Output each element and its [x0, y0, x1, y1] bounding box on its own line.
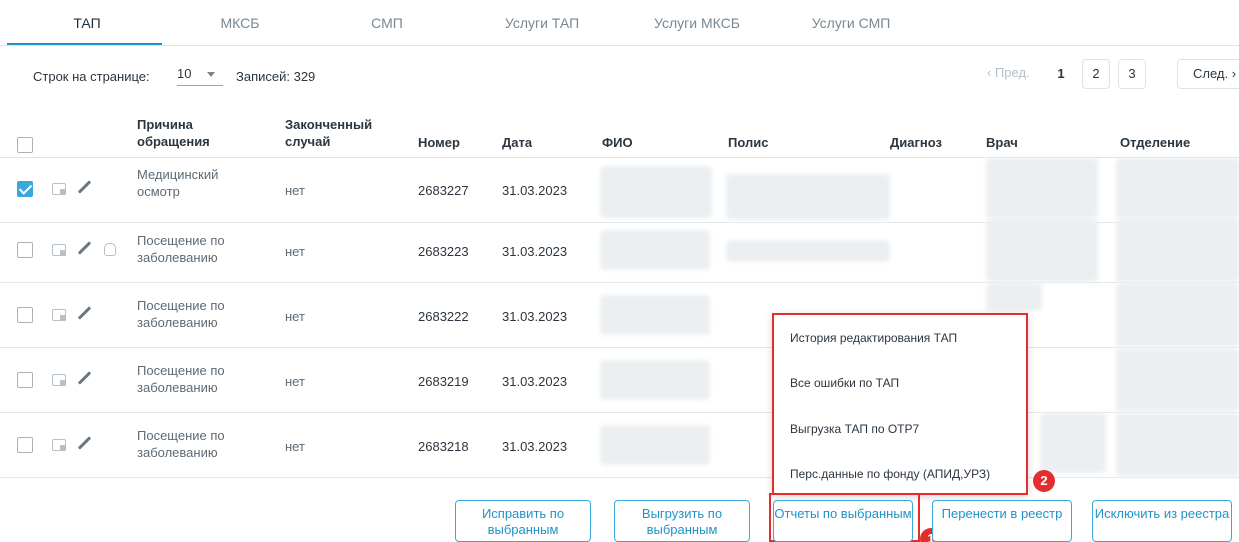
blurred-doctor: [986, 218, 1098, 282]
menu-item-tap-all-errors[interactable]: Все ошибки по ТАП: [790, 376, 899, 390]
cell-date: 31.03.2023: [502, 374, 568, 389]
blurred-fio: [600, 230, 710, 270]
table-header: Причина обращения Законченный случай Ном…: [0, 106, 1239, 158]
row-checkbox[interactable]: [17, 372, 33, 388]
table-row[interactable]: Посещение по заболеванию нет 2683218 31.…: [0, 413, 1239, 478]
card-icon[interactable]: [52, 374, 66, 386]
pager-page-3[interactable]: 3: [1118, 59, 1146, 89]
blurred-department: [1116, 413, 1239, 477]
cell-reason: Посещение по заболеванию: [137, 298, 225, 330]
header-diagnosis[interactable]: Диагноз: [890, 134, 942, 151]
active-tab-indicator: [7, 43, 162, 45]
header-fio[interactable]: ФИО: [602, 134, 633, 151]
cell-finished: нет: [285, 374, 305, 389]
annotation-badge-2: 2: [1033, 470, 1055, 492]
header-department[interactable]: Отделение: [1120, 134, 1190, 151]
pager-page-2[interactable]: 2: [1082, 59, 1110, 89]
blurred-department: [1116, 283, 1239, 347]
pencil-icon[interactable]: [77, 436, 92, 450]
cell-finished: нет: [285, 244, 305, 259]
pager-page-1[interactable]: 1: [1047, 59, 1075, 89]
cell-reason: Посещение по заболеванию: [137, 428, 225, 460]
move-to-registry-button[interactable]: Перенести в реестр: [932, 500, 1072, 542]
header-reason[interactable]: Причина обращения: [137, 116, 237, 150]
card-icon[interactable]: [52, 439, 66, 451]
blurred-department: [1116, 218, 1239, 282]
cell-date: 31.03.2023: [502, 309, 568, 324]
cell-number: 2683223: [418, 244, 469, 259]
tab-mksb[interactable]: МКСБ: [218, 15, 262, 31]
blurred-department: [1116, 348, 1239, 412]
row-checkbox[interactable]: [17, 242, 33, 258]
menu-item-personal-data-fund[interactable]: Перс.данные по фонду (АПИД,УРЗ): [790, 467, 990, 481]
card-icon[interactable]: [52, 183, 66, 195]
chevron-down-icon: [207, 72, 215, 77]
blurred-fio: [600, 166, 712, 218]
export-selected-button[interactable]: Выгрузить по выбранным: [614, 500, 750, 542]
blurred-fio: [600, 295, 710, 335]
blurred-policy: [726, 174, 890, 220]
header-doctor[interactable]: Врач: [986, 134, 1018, 151]
cell-number: 2683227: [418, 183, 469, 198]
blurred-department: [1116, 158, 1239, 218]
tab-uslugi-tap[interactable]: Услуги ТАП: [496, 15, 588, 31]
cell-date: 31.03.2023: [502, 183, 568, 198]
rows-per-page-value: 10: [177, 66, 192, 81]
blurred-fio: [600, 425, 710, 465]
cell-reason: Медицинский осмотр: [137, 167, 219, 199]
card-icon[interactable]: [52, 309, 66, 321]
pager-next-button[interactable]: След. ›: [1177, 59, 1239, 89]
tab-smp[interactable]: СМП: [371, 15, 403, 31]
cell-date: 31.03.2023: [502, 244, 568, 259]
row-checkbox[interactable]: [17, 437, 33, 453]
cell-finished: нет: [285, 309, 305, 324]
cell-number: 2683222: [418, 309, 469, 324]
tab-bar: ТАП МКСБ СМП Услуги ТАП Услуги МКСБ Услу…: [0, 0, 1239, 46]
header-date[interactable]: Дата: [502, 134, 532, 151]
rows-per-page-select[interactable]: 10: [177, 64, 223, 86]
reports-selected-button[interactable]: Отчеты по выбранным: [773, 500, 913, 542]
card-icon[interactable]: [52, 244, 66, 256]
blurred-fio: [600, 360, 710, 400]
records-count: Записей: 329: [236, 69, 316, 84]
tab-tap[interactable]: ТАП: [70, 15, 104, 31]
pencil-icon[interactable]: [77, 371, 92, 385]
tooth-icon[interactable]: [104, 243, 116, 256]
header-number[interactable]: Номер: [418, 134, 460, 151]
pager-prev-button[interactable]: ‹ Пред.: [987, 65, 1030, 80]
table-row[interactable]: Посещение по заболеванию нет 2683222 31.…: [0, 283, 1239, 348]
pencil-icon[interactable]: [77, 180, 92, 194]
header-policy[interactable]: Полис: [728, 134, 768, 151]
select-all-checkbox[interactable]: [17, 137, 33, 153]
pencil-icon[interactable]: [77, 306, 92, 320]
cell-reason: Посещение по заболеванию: [137, 363, 225, 395]
table-toolbar: Строк на странице: 10 Записей: 329 ‹ Пре…: [0, 46, 1239, 106]
menu-item-tap-edit-history[interactable]: История редактирования ТАП: [790, 331, 957, 345]
cell-date: 31.03.2023: [502, 439, 568, 454]
table-row[interactable]: Медицинский осмотр нет 2683227 31.03.202…: [0, 158, 1239, 223]
blurred-doctor: [1040, 413, 1106, 473]
rows-per-page-label: Строк на странице:: [33, 69, 150, 84]
pencil-icon[interactable]: [77, 241, 92, 255]
tab-uslugi-mksb[interactable]: Услуги МКСБ: [650, 15, 744, 31]
row-checkbox[interactable]: [17, 307, 33, 323]
tab-uslugi-smp[interactable]: Услуги СМП: [809, 15, 893, 31]
cell-number: 2683218: [418, 439, 469, 454]
table-row[interactable]: Посещение по заболеванию нет 2683223 31.…: [0, 218, 1239, 283]
fix-selected-button[interactable]: Исправить по выбранным: [455, 500, 591, 542]
cell-finished: нет: [285, 439, 305, 454]
cell-finished: нет: [285, 183, 305, 198]
menu-item-tap-export-otr7[interactable]: Выгрузка ТАП по ОТР7: [790, 422, 919, 436]
header-finished[interactable]: Законченный случай: [285, 116, 395, 150]
table-row[interactable]: Посещение по заболеванию нет 2683219 31.…: [0, 348, 1239, 413]
row-checkbox[interactable]: [17, 181, 33, 197]
cell-number: 2683219: [418, 374, 469, 389]
cell-reason: Посещение по заболеванию: [137, 233, 225, 265]
exclude-from-registry-button[interactable]: Исключить из реестра: [1092, 500, 1232, 542]
blurred-doctor: [986, 158, 1098, 218]
blurred-policy: [726, 240, 890, 262]
reports-dropdown-menu: История редактирования ТАП Все ошибки по…: [772, 313, 1028, 495]
blurred-doctor: [986, 283, 1042, 311]
